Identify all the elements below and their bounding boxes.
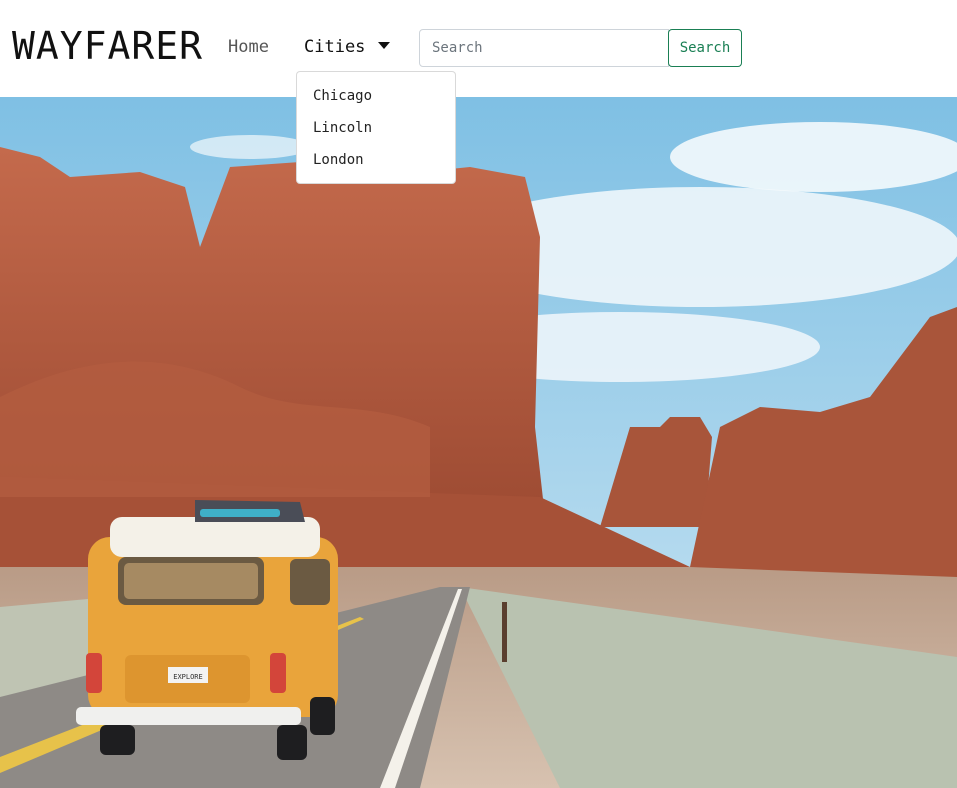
dropdown-item-chicago[interactable]: Chicago [313, 88, 372, 104]
van-illustration: EXPLORE [76, 500, 338, 760]
top-navbar: WAYFARER Home Cities Search [0, 0, 957, 97]
nav-cities-dropdown-toggle[interactable]: Cities [304, 37, 365, 57]
nav-home-link[interactable]: Home [228, 37, 269, 57]
cities-dropdown-menu: Chicago Lincoln London [296, 71, 456, 184]
desert-road-illustration: EXPLORE [0, 97, 957, 788]
search-button[interactable]: Search [668, 29, 742, 67]
license-plate-text: EXPLORE [173, 673, 203, 681]
dropdown-item-london[interactable]: London [313, 152, 364, 168]
caret-down-icon[interactable] [378, 42, 390, 49]
dropdown-item-lincoln[interactable]: Lincoln [313, 120, 372, 136]
search-input[interactable] [419, 29, 669, 67]
hero-image: EXPLORE [0, 97, 957, 788]
brand-logo[interactable]: WAYFARER [12, 24, 203, 68]
